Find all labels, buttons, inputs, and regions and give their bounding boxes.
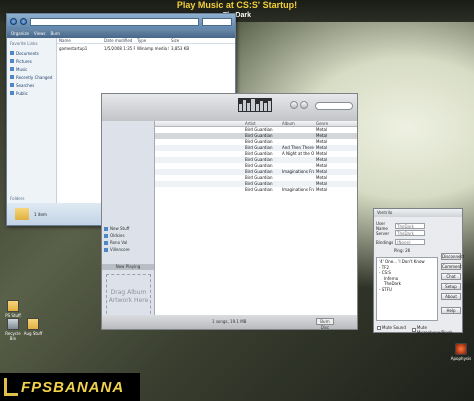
server-row: Server TheDark: [376, 230, 425, 236]
now-playing-header: Now Playing: [102, 264, 154, 270]
mute-mic-checkbox[interactable]: Mute Microphone/Binds: [412, 325, 462, 335]
column-date[interactable]: Date modified: [102, 38, 135, 43]
view-grid-button[interactable]: [300, 101, 308, 109]
desktop-icon-ps-stuff[interactable]: PS Stuff: [2, 300, 24, 318]
channel-tree: '4' One... 'I Don't Know - TF2 - CS:S In…: [376, 257, 438, 321]
help-button[interactable]: Help: [441, 307, 461, 314]
player-toolbar: [102, 94, 357, 121]
column-title[interactable]: [155, 121, 243, 126]
explorer-address-bar: [7, 14, 235, 29]
ventrilo-window[interactable]: Ventrilo User Name TheDark Server TheDar…: [373, 208, 464, 335]
folder-icon: [27, 318, 39, 330]
explorer-nav-pane: Favorite Links Documents Pictures Music …: [7, 38, 57, 203]
ventrilo-title: Ventrilo: [374, 209, 462, 217]
bindings-select[interactable]: (None): [395, 239, 425, 245]
folder-icon: [7, 300, 19, 312]
track-list: Artist Album Genre Bird Guardian Metal Bir…: [155, 121, 357, 315]
playlist-icon: [104, 240, 108, 245]
nav-item-public[interactable]: Public: [10, 89, 53, 97]
player-search-input[interactable]: [315, 102, 353, 110]
organize-button[interactable]: Organize: [11, 31, 29, 36]
setup-button[interactable]: Setup: [441, 283, 461, 290]
search-icon: [10, 83, 14, 87]
view-list-button[interactable]: [290, 101, 298, 109]
column-album[interactable]: Album: [280, 121, 314, 126]
disconnect-button[interactable]: Disconnect: [441, 253, 464, 260]
explorer-toolbar: Organize Views Burn: [7, 29, 235, 38]
logo-mark-icon: [4, 378, 18, 396]
tree-item[interactable]: - STFU: [379, 287, 435, 293]
music-player-window[interactable]: New Stuff Oldsies Reno Val Villencore No…: [101, 93, 358, 330]
username-select[interactable]: TheDark: [395, 223, 425, 229]
playlist-villencore[interactable]: Villencore: [104, 246, 130, 253]
playlist-new-stuff[interactable]: New Stuff: [104, 225, 130, 232]
server-select[interactable]: TheDark: [395, 230, 425, 236]
favorite-links-header: Favorite Links: [10, 41, 38, 46]
clock-icon: [10, 75, 14, 79]
public-folder-icon: [10, 91, 14, 95]
pictures-icon: [10, 59, 14, 63]
playlist-icon: [104, 233, 108, 238]
playlist-icon: [104, 247, 108, 252]
item-count: 1 item: [34, 211, 47, 217]
player-status-bar: 1 songs, 19.1 MB Burn Disc: [102, 315, 357, 330]
logo-text: FPSBANANA: [21, 378, 125, 396]
library-summary: 1 songs, 19.1 MB: [212, 319, 247, 324]
nav-item-recently-changed[interactable]: Recently Changed: [10, 73, 53, 81]
column-artist[interactable]: Artist: [243, 121, 280, 126]
column-size[interactable]: Size: [169, 38, 194, 43]
column-type[interactable]: Type: [135, 38, 169, 43]
back-icon[interactable]: [10, 18, 17, 25]
track-row[interactable]: Bird GuardianImaginations From Th...Meta…: [155, 187, 357, 193]
views-button[interactable]: Views: [34, 31, 46, 36]
banner-title: Play Music at CS:S' Startup!: [176, 0, 298, 10]
about-button[interactable]: About: [441, 293, 461, 300]
desktop-icon-recycle-bin[interactable]: Recycle Bin: [2, 318, 24, 341]
music-icon: [10, 67, 14, 71]
folders-toggle[interactable]: Folders: [10, 196, 24, 201]
album-art-dropzone[interactable]: Drag Album Artwork Here: [106, 274, 151, 319]
equalizer-display: [238, 98, 272, 112]
nav-item-searches[interactable]: Searches: [10, 81, 53, 89]
file-row[interactable]: gamestartup1 1/5/2008 1:35 PM Winamp med…: [57, 46, 235, 52]
recycle-bin-icon: [7, 318, 19, 330]
playlist-oldsies[interactable]: Oldsies: [104, 232, 130, 239]
address-input[interactable]: [30, 17, 199, 26]
bindings-row: Bindings (None): [376, 239, 425, 245]
nav-item-pictures[interactable]: Pictures: [10, 57, 53, 65]
apophysis-icon: [455, 343, 467, 355]
mute-sound-checkbox[interactable]: Mute Sound: [377, 325, 406, 330]
nav-item-music[interactable]: Music: [10, 65, 53, 73]
playlist-icon: [104, 226, 108, 231]
player-sidebar: New Stuff Oldsies Reno Val Villencore No…: [102, 121, 155, 319]
column-name[interactable]: Name: [57, 38, 102, 43]
documents-icon: [10, 51, 14, 55]
desktop-icon-apophysis[interactable]: Apophysis: [450, 343, 472, 361]
nav-item-documents[interactable]: Documents: [10, 49, 53, 57]
fpsbanana-logo: FPSBANANA: [0, 373, 140, 401]
burn-disc-button[interactable]: Burn Disc: [316, 318, 334, 330]
comment-button[interactable]: Comment: [441, 263, 462, 270]
burn-button[interactable]: Burn: [51, 31, 60, 36]
folder-icon: [15, 208, 29, 220]
playlist-reno-val[interactable]: Reno Val: [104, 239, 130, 246]
explorer-search-input[interactable]: [202, 17, 232, 26]
chat-button[interactable]: Chat: [441, 273, 461, 280]
ping-display: Ping: 26: [394, 248, 411, 253]
desktop-icon-aug-stuff[interactable]: Aug Stuff: [22, 318, 44, 336]
forward-icon[interactable]: [20, 18, 27, 25]
column-genre[interactable]: Genre: [314, 121, 344, 126]
